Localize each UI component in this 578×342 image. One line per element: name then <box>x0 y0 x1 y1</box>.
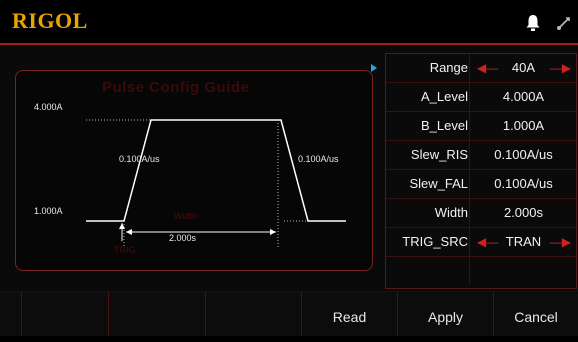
pulse-config-diagram: Pulse Config Guide 4.000A 1.000A 0.100A/… <box>15 70 373 271</box>
softkey-bar: Read Apply Cancel <box>0 291 578 336</box>
brand-logo: RIGOL <box>12 8 88 33</box>
param-row-slew-fal[interactable]: Slew_FAL 0.100A/us <box>386 170 576 199</box>
decrease-arrow-icon[interactable]: ◀— <box>477 54 498 82</box>
softkey-4[interactable] <box>205 292 301 336</box>
increase-arrow-icon[interactable]: —▶ <box>550 228 571 256</box>
apply-button[interactable]: Apply <box>397 292 493 336</box>
param-label: TRIG_SRC <box>402 234 468 249</box>
param-row-width[interactable]: Width 2.000s <box>386 199 576 228</box>
top-bar: RIGOL <box>0 0 578 43</box>
read-button[interactable]: Read <box>301 292 397 336</box>
selection-indicator-icon <box>371 64 377 72</box>
param-row-slew-ris[interactable]: Slew_RIS 0.100A/us <box>386 141 576 170</box>
usb-icon <box>557 17 570 30</box>
bell-icon[interactable] <box>525 14 541 32</box>
param-row-empty <box>386 257 576 285</box>
param-label: Width <box>434 205 468 220</box>
low-level-label: 1.000A <box>34 206 63 216</box>
param-label <box>386 257 468 285</box>
softkey-2[interactable] <box>21 292 108 336</box>
param-row-trig-src[interactable]: TRIG_SRC ◀— TRAN —▶ <box>386 228 576 257</box>
param-value[interactable]: ◀— 40A —▶ <box>469 54 577 82</box>
param-label: A_Level <box>421 89 468 104</box>
softkey-1[interactable] <box>0 292 21 336</box>
param-label: Range <box>429 60 468 75</box>
param-value[interactable]: 1.000A <box>469 112 577 140</box>
fall-slew-label: 0.100A/us <box>298 154 339 164</box>
param-label: Slew_FAL <box>409 176 468 191</box>
softkey-3[interactable] <box>108 292 205 336</box>
param-value[interactable]: 0.100A/us <box>469 170 577 198</box>
pulse-parameter-table: Range ◀— 40A —▶ A_Level 4.000A B_Level 1… <box>385 53 577 289</box>
pulse-trace <box>86 119 346 222</box>
param-label: Slew_RIS <box>410 147 468 162</box>
param-row-b-level[interactable]: B_Level 1.000A <box>386 112 576 141</box>
param-value[interactable]: 2.000s <box>469 199 577 227</box>
param-value[interactable]: 4.000A <box>469 83 577 111</box>
width-value-label: 2.000s <box>169 233 197 243</box>
decrease-arrow-icon[interactable]: ◀— <box>477 228 498 256</box>
param-row-a-level[interactable]: A_Level 4.000A <box>386 83 576 112</box>
param-row-range[interactable]: Range ◀— 40A —▶ <box>386 54 576 83</box>
param-label: B_Level <box>421 118 468 133</box>
high-level-label: 4.000A <box>34 102 63 112</box>
param-value <box>469 257 577 285</box>
cancel-button[interactable]: Cancel <box>493 292 578 336</box>
width-label: Width <box>174 211 198 221</box>
increase-arrow-icon[interactable]: —▶ <box>550 54 571 82</box>
trig-label: TRIG <box>114 245 136 255</box>
rise-slew-label: 0.100A/us <box>119 154 160 164</box>
param-value[interactable]: ◀— TRAN —▶ <box>469 228 577 256</box>
param-value[interactable]: 0.100A/us <box>469 141 577 169</box>
